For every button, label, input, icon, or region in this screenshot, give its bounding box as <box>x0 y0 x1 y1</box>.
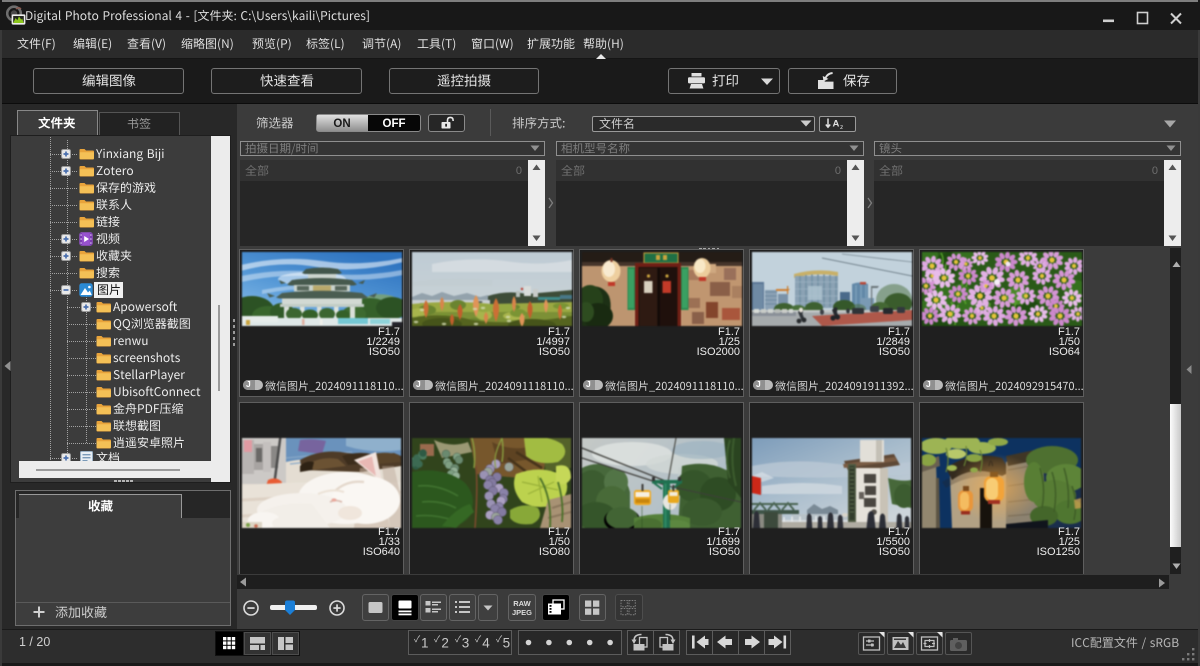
svg-text:JPEG: JPEG <box>511 608 531 617</box>
svg-text:A: A <box>833 119 840 130</box>
svg-text:z: z <box>840 124 843 130</box>
svg-text:RAW: RAW <box>513 599 531 608</box>
